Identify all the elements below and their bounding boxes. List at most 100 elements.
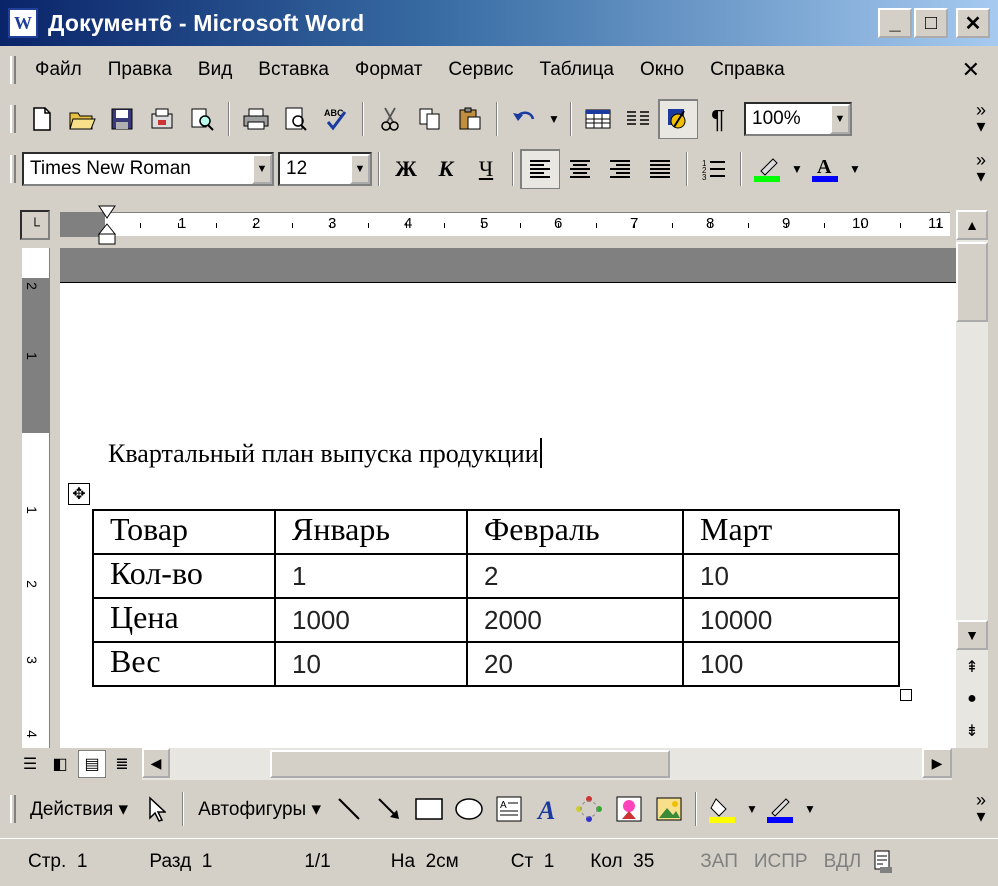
normal-view-icon[interactable]: ☰	[16, 750, 44, 778]
table-cell[interactable]: 100	[682, 641, 900, 687]
document-page[interactable]: Квартальный план выпуска продукции ✥ Тов…	[60, 282, 956, 748]
table-cell[interactable]: 10	[682, 553, 900, 599]
indent-marker-icon[interactable]	[98, 204, 116, 246]
menu-view[interactable]: Вид	[185, 50, 245, 90]
table-header-cell[interactable]: Март	[682, 509, 900, 555]
pilcrow-icon[interactable]: ¶	[698, 99, 738, 139]
line-icon[interactable]	[329, 789, 369, 829]
toolbar-options-icon[interactable]: » ▾	[976, 151, 986, 185]
table-header-cell[interactable]: Февраль	[466, 509, 684, 555]
vertical-scrollbar[interactable]: ▲ ▼ ⇞ ● ⇟	[956, 210, 988, 748]
menu-insert[interactable]: Вставка	[245, 50, 342, 90]
document-heading[interactable]: Квартальный план выпуска продукции	[108, 438, 542, 469]
drawing-icon[interactable]	[658, 99, 698, 139]
toolbar-grip[interactable]	[10, 105, 16, 133]
scroll-thumb[interactable]	[956, 242, 988, 322]
bold-button[interactable]: Ж	[386, 149, 426, 189]
next-page-icon[interactable]: ⇟	[956, 716, 988, 746]
zoom-combo[interactable]: 100% ▼	[744, 102, 852, 136]
table-header-cell[interactable]: Товар	[92, 509, 276, 555]
justify-icon[interactable]	[640, 149, 680, 189]
toolbar-grip[interactable]	[10, 795, 16, 823]
outline-view-icon[interactable]: ≣	[108, 750, 136, 778]
autoshapes-menu[interactable]: Автофигуры ▾	[190, 798, 329, 821]
insert-picture-icon[interactable]	[649, 789, 689, 829]
toolbar-grip[interactable]	[10, 155, 16, 183]
table-cell[interactable]: 2	[466, 553, 684, 599]
scroll-down-icon[interactable]: ▼	[956, 620, 988, 650]
table-cell[interactable]: Кол-во	[92, 553, 276, 599]
table-cell[interactable]: Цена	[92, 597, 276, 643]
vertical-ruler[interactable]: 2 1 1 2 3 4	[22, 248, 50, 748]
align-left-icon[interactable]	[520, 149, 560, 189]
new-document-icon[interactable]	[22, 99, 62, 139]
product-plan-table[interactable]: Товар Январь Февраль Март Кол-во 1 2 10 …	[92, 509, 900, 687]
status-trk[interactable]: ИСПР	[746, 851, 816, 873]
print-layout-icon[interactable]: ▤	[78, 750, 106, 778]
menu-window[interactable]: Окно	[627, 50, 697, 90]
text-box-icon[interactable]: A	[489, 789, 529, 829]
print-icon[interactable]	[236, 99, 276, 139]
highlight-dropdown-icon[interactable]: ▼	[788, 149, 806, 189]
clip-art-icon[interactable]	[609, 789, 649, 829]
search-document-icon[interactable]	[182, 99, 222, 139]
insert-table-icon[interactable]	[578, 99, 618, 139]
scroll-thumb[interactable]	[270, 750, 670, 778]
table-cell[interactable]: 1000	[274, 597, 468, 643]
actions-menu[interactable]: Действия ▾	[22, 798, 136, 821]
menu-edit[interactable]: Правка	[95, 50, 185, 90]
menu-tools[interactable]: Сервис	[435, 50, 526, 90]
fill-color-icon[interactable]	[703, 789, 743, 829]
paste-icon[interactable]	[450, 99, 490, 139]
fill-color-dropdown-icon[interactable]: ▼	[743, 789, 761, 829]
close-button[interactable]: ✕	[956, 8, 990, 38]
align-center-icon[interactable]	[560, 149, 600, 189]
scroll-up-icon[interactable]: ▲	[956, 210, 988, 240]
select-browse-object-icon[interactable]: ●	[956, 684, 988, 714]
table-cell[interactable]: 2000	[466, 597, 684, 643]
table-cell[interactable]: 10000	[682, 597, 900, 643]
font-color-icon[interactable]: A	[806, 149, 846, 189]
web-view-icon[interactable]: ◧	[46, 750, 74, 778]
table-resize-handle[interactable]	[900, 689, 912, 701]
copy-icon[interactable]	[410, 99, 450, 139]
toolbar-options-icon[interactable]: » ▾	[976, 101, 986, 135]
table-cell[interactable]: Вес	[92, 641, 276, 687]
table-move-handle-icon[interactable]: ✥	[68, 483, 90, 505]
table-cell[interactable]: 1	[274, 553, 468, 599]
minimize-button[interactable]: _	[878, 8, 912, 38]
wordart-icon[interactable]: A	[529, 789, 569, 829]
columns-icon[interactable]	[618, 99, 658, 139]
undo-icon[interactable]	[504, 99, 544, 139]
horizontal-ruler[interactable]: 1 2 3 4 5 6 7 8 9 10 11	[60, 212, 977, 237]
underline-button[interactable]: Ч	[466, 149, 506, 189]
scroll-right-icon[interactable]: ▶	[922, 748, 952, 778]
table-cell[interactable]: 10	[274, 641, 468, 687]
italic-button[interactable]: К	[426, 149, 466, 189]
previous-page-icon[interactable]: ⇞	[956, 652, 988, 682]
font-combo[interactable]: Times New Roman ▼	[22, 152, 274, 186]
open-folder-icon[interactable]	[62, 99, 102, 139]
oval-icon[interactable]	[449, 789, 489, 829]
chevron-down-icon[interactable]: ▼	[252, 154, 272, 184]
spelling-icon[interactable]: ABC	[316, 99, 356, 139]
chevron-down-icon[interactable]: ▼	[350, 154, 370, 184]
menu-format[interactable]: Формат	[342, 50, 436, 90]
select-objects-icon[interactable]	[136, 789, 176, 829]
line-color-icon[interactable]	[761, 789, 801, 829]
arrow-icon[interactable]	[369, 789, 409, 829]
permission-icon[interactable]	[142, 99, 182, 139]
horizontal-scrollbar[interactable]: ◀ ▶	[142, 748, 952, 780]
rectangle-icon[interactable]	[409, 789, 449, 829]
font-size-combo[interactable]: 12 ▼	[278, 152, 372, 186]
word-doc-icon[interactable]: W	[8, 8, 38, 38]
highlight-icon[interactable]	[748, 149, 788, 189]
save-icon[interactable]	[102, 99, 142, 139]
menu-file[interactable]: Файл	[22, 50, 95, 90]
print-preview-icon[interactable]	[276, 99, 316, 139]
table-header-cell[interactable]: Январь	[274, 509, 468, 555]
menu-help[interactable]: Справка	[697, 50, 798, 90]
document-close-icon[interactable]: ✕	[962, 50, 980, 90]
toolbar-grip[interactable]	[10, 56, 16, 84]
tab-selector-icon[interactable]: └	[20, 210, 50, 240]
